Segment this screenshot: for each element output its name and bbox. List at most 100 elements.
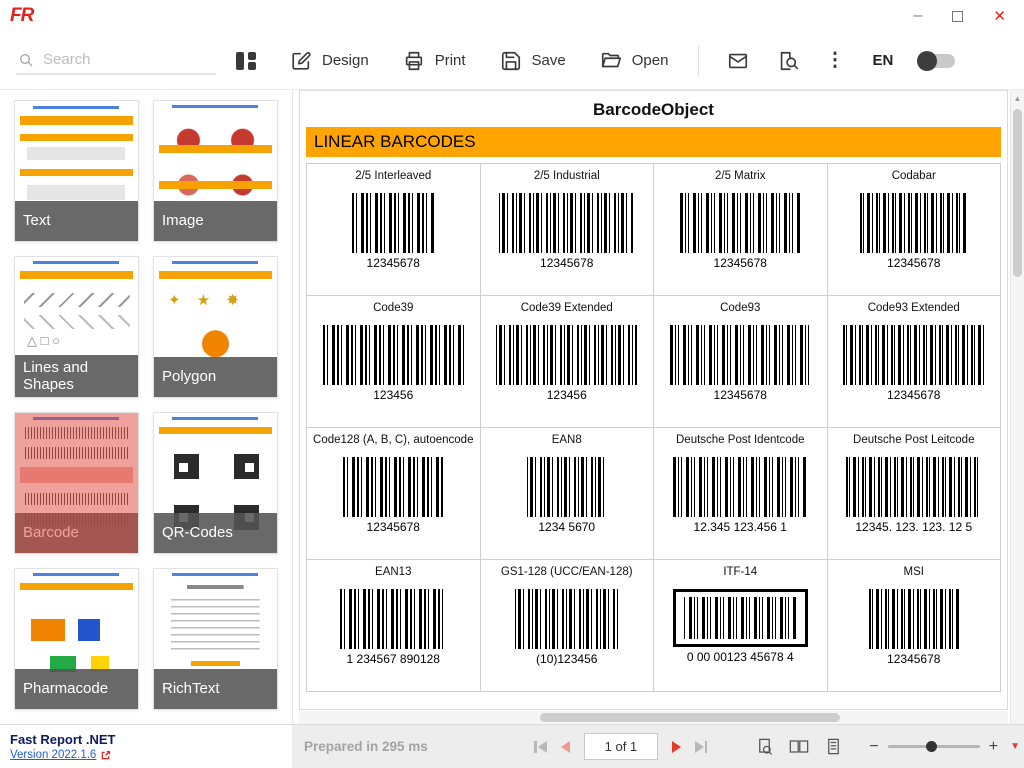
zoom-in-icon[interactable]: + <box>989 738 998 756</box>
scroll-up-icon[interactable]: ▲ <box>1014 90 1022 107</box>
barcode-image <box>679 193 801 253</box>
zoom-slider[interactable] <box>887 741 980 752</box>
two-page-view-icon[interactable] <box>788 737 810 756</box>
title-bar: FR – ✕ <box>0 0 1024 32</box>
thumbnail-label: Pharmacode <box>15 669 138 709</box>
save-button-label: Save <box>531 52 566 69</box>
next-page-button[interactable] <box>671 740 681 753</box>
open-button-label: Open <box>631 52 669 69</box>
barcode-name: Code128 (A, B, C), autoencode <box>313 434 474 446</box>
scroll-down-icon[interactable]: ▼ <box>1010 741 1020 752</box>
fastreport-logo-icon: FR <box>10 5 34 26</box>
sidebar-item-richtext[interactable]: RichText <box>153 568 278 710</box>
barcode-name: Deutsche Post Leitcode <box>853 434 975 446</box>
maximize-icon[interactable] <box>952 10 964 22</box>
language-selector[interactable]: EN <box>872 52 893 69</box>
save-button[interactable]: Save <box>500 50 566 72</box>
email-button[interactable] <box>727 50 749 72</box>
barcode-value: 1 234567 890128 <box>346 652 440 666</box>
zoom-slider-knob[interactable] <box>926 741 938 752</box>
barcode-value: 123456 <box>546 388 587 402</box>
sidebar-item-image[interactable]: Image <box>153 100 278 242</box>
barcode-image <box>496 325 638 385</box>
find-icon <box>781 51 799 70</box>
save-icon <box>501 51 520 70</box>
sidebar-item-barcode[interactable]: Barcode <box>14 412 139 554</box>
prepared-status: Prepared in 295 ms <box>304 739 428 754</box>
sidebar-item-qrcodes[interactable]: QR-Codes <box>153 412 278 554</box>
thumbnail-label: Polygon <box>154 357 277 397</box>
more-options-icon[interactable]: ⋮ <box>825 49 844 72</box>
barcode-cell-5: Code39 123456 <box>307 296 481 428</box>
zoom-out-icon[interactable]: − <box>869 738 878 756</box>
minimize-icon[interactable]: – <box>914 8 923 24</box>
barcode-cell-11: Deutsche Post Identcode 12.345 123.456 1 <box>654 428 828 560</box>
app-window: FR – ✕ Design Print Save Open <box>0 0 1024 768</box>
thumbnail-label: Lines and Shapes <box>15 354 138 397</box>
barcode-name: Code39 Extended <box>520 302 613 314</box>
email-icon <box>729 53 748 68</box>
last-page-button[interactable] <box>694 740 708 753</box>
first-page-button[interactable] <box>534 740 547 753</box>
barcode-value: 12345. 123. 123. 12 5 <box>855 520 973 534</box>
app-name: Fast Report .NET <box>10 732 116 747</box>
sidebar-item-text[interactable]: Text <box>14 100 139 242</box>
thumbnail-preview <box>15 413 138 553</box>
barcode-value: 12345678 <box>887 652 941 666</box>
gallery-toggle-icon[interactable] <box>236 51 256 71</box>
open-button[interactable]: Open <box>600 50 669 72</box>
barcode-image <box>515 589 619 649</box>
barcode-name: 2/5 Interleaved <box>355 170 432 182</box>
thumbnail-label: Image <box>154 201 277 241</box>
barcode-image <box>343 457 444 517</box>
app-info: Fast Report .NET Version 2022.1.6 <box>0 725 292 768</box>
view-mode-buttons <box>755 737 843 756</box>
barcode-name: EAN8 <box>551 434 582 446</box>
toolbar-separator <box>698 45 700 76</box>
single-page-view-icon[interactable] <box>755 737 774 756</box>
vertical-scrollbar[interactable]: ▲ <box>1010 90 1024 724</box>
version-link-label: Version 2022.1.6 <box>10 749 97 761</box>
continuous-view-icon[interactable] <box>824 737 843 756</box>
sidebar-item-pharmacode[interactable]: Pharmacode <box>14 568 139 710</box>
previous-page-button[interactable] <box>560 740 570 753</box>
pagination: 1 of 1 <box>534 733 708 760</box>
barcode-value: 12345678 <box>366 256 420 270</box>
print-button[interactable]: Print <box>403 50 466 72</box>
sidebar-item-polygon[interactable]: Polygon <box>153 256 278 398</box>
barcode-value: 123456 <box>373 388 414 402</box>
theme-toggle[interactable] <box>917 50 956 71</box>
barcode-image <box>868 589 959 649</box>
print-icon <box>405 51 422 70</box>
barcode-cell-10: EAN8 1234 5670 <box>480 428 654 560</box>
barcode-value: 12345678 <box>540 256 594 270</box>
barcode-value: 1234 5670 <box>538 520 596 534</box>
toolbar: Design Print Save Open ⋮ EN <box>0 32 1024 90</box>
barcode-value: (10)123456 <box>536 652 598 666</box>
barcode-value: 12345678 <box>887 256 941 270</box>
page-indicator[interactable]: 1 of 1 <box>583 733 658 760</box>
barcode-grid: 2/5 Interleaved 12345678 2/5 Industrial 123… <box>306 163 1001 692</box>
print-button-label: Print <box>434 52 466 69</box>
find-button[interactable] <box>777 50 799 72</box>
version-link[interactable]: Version 2022.1.6 <box>10 749 292 761</box>
close-icon[interactable]: ✕ <box>993 7 1006 25</box>
barcode-name: GS1-128 (UCC/EAN-128) <box>500 566 633 578</box>
horizontal-scrollbar[interactable] <box>299 711 1008 724</box>
sidebar-item-lines[interactable]: Lines and Shapes <box>14 256 139 398</box>
barcode-value: 12345678 <box>713 256 767 270</box>
barcode-name: ITF-14 <box>723 566 758 578</box>
horizontal-scrollbar-thumb[interactable] <box>540 713 841 722</box>
thumbnail-label: QR-Codes <box>154 513 277 553</box>
search-input[interactable] <box>43 51 201 68</box>
sidebar: Text Image Lines and Shapes Polygon Barcode Q… <box>0 90 292 724</box>
barcode-cell-3: 2/5 Matrix 12345678 <box>654 164 828 296</box>
vertical-scrollbar-thumb[interactable] <box>1013 109 1022 277</box>
barcode-name: Codabar <box>891 170 936 182</box>
barcode-image <box>672 457 808 517</box>
external-link-icon <box>102 750 111 759</box>
design-button[interactable]: Design <box>290 50 369 72</box>
barcode-cell-15: ITF-14 0 00 00123 45678 4 <box>654 560 828 692</box>
search-icon <box>20 53 33 66</box>
barcode-cell-1: 2/5 Interleaved 12345678 <box>307 164 481 296</box>
